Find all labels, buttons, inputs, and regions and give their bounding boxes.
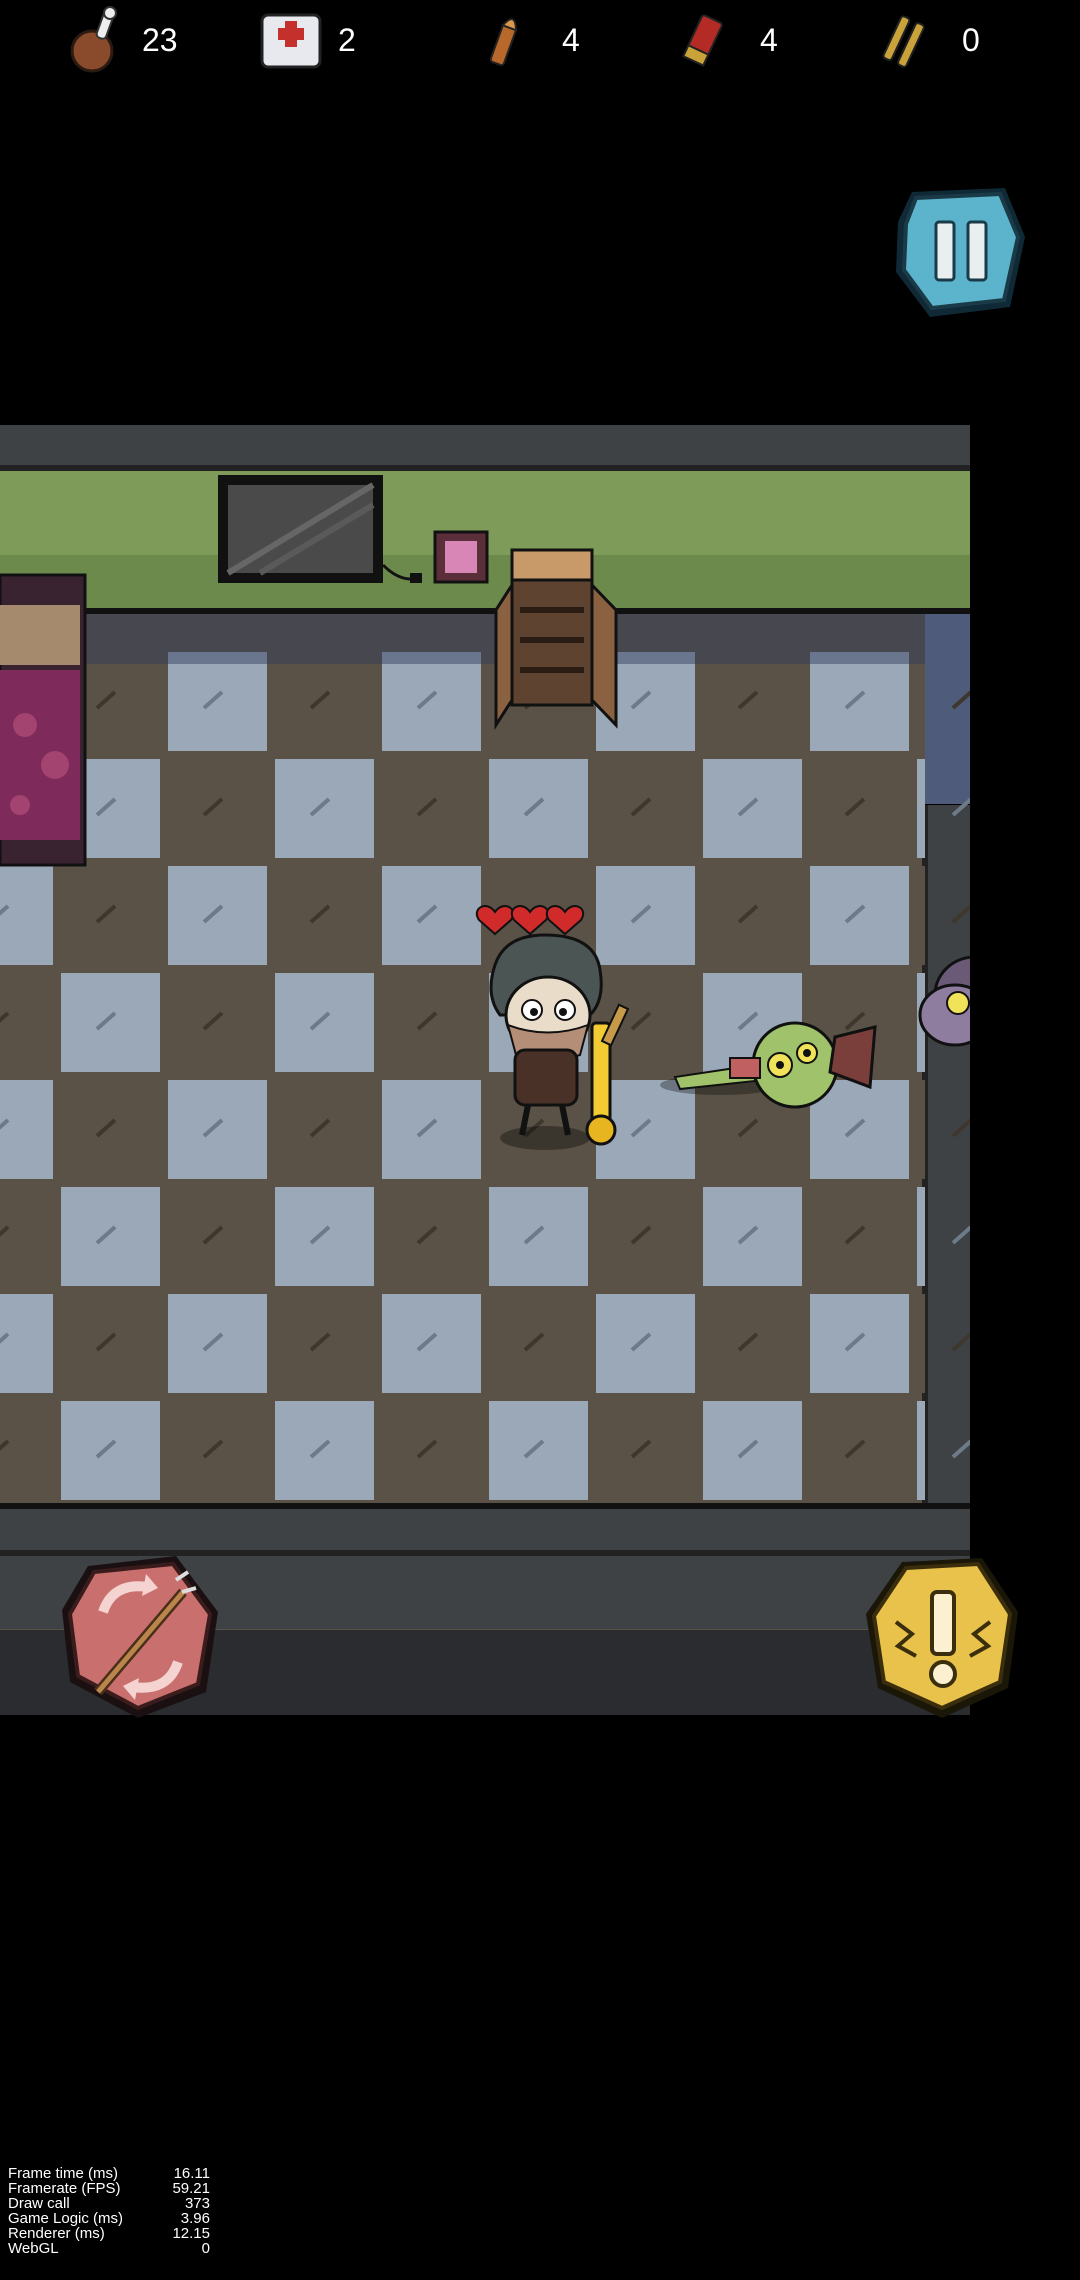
stat-row: Frame time (ms) 16.11	[8, 2165, 210, 2182]
floor-tile	[0, 866, 53, 965]
floor-tile	[810, 1187, 909, 1286]
shotgun-shells-counter: 4	[668, 4, 778, 76]
floor-tile	[0, 973, 53, 1072]
floor-tile	[703, 866, 802, 965]
floor-tile	[168, 1080, 267, 1179]
floor-tile	[0, 1080, 53, 1179]
pistol-ammo-count: 4	[562, 21, 580, 58]
medkit-icon	[256, 5, 326, 75]
floor-tile	[275, 866, 374, 965]
floor-tile	[61, 1187, 160, 1286]
debug-stats-panel: Frame time (ms) 16.11 Framerate (FPS) 59.2…	[8, 2166, 210, 2256]
pistol-ammo-counter: 4	[470, 4, 580, 76]
floor-tile	[596, 759, 695, 858]
floor-tile	[168, 973, 267, 1072]
attack-button[interactable]	[862, 1552, 1022, 1722]
rifle-ammo-counter: 0	[870, 4, 980, 76]
floor-tile	[61, 973, 160, 1072]
resource-hud: 23 2 4 4 0	[0, 0, 1080, 80]
floor-tile	[489, 1294, 588, 1393]
swap-weapon-button[interactable]	[58, 1552, 223, 1722]
stat-row: Draw call 373	[8, 2195, 210, 2212]
food-counter: 23	[60, 4, 178, 76]
floor-tile	[61, 1401, 160, 1500]
floor-tile	[275, 1401, 374, 1500]
floor-tile	[168, 652, 267, 751]
floor-tile	[275, 1080, 374, 1179]
floor-tile	[61, 1294, 160, 1393]
floor-tile	[61, 1080, 160, 1179]
exclamation-icon	[866, 1558, 1018, 1718]
medkit-counter: 2	[256, 4, 356, 76]
floor-tile	[596, 866, 695, 965]
floor-tile	[168, 1187, 267, 1286]
floor-tile	[703, 1187, 802, 1286]
shotgun-shells-count: 4	[760, 21, 778, 58]
game-room	[0, 425, 1038, 1715]
floor-tile	[382, 973, 481, 1072]
picture-frame	[433, 530, 489, 584]
floor-tile	[382, 1187, 481, 1286]
floor-tile	[275, 973, 374, 1072]
floor-tile	[703, 1401, 802, 1500]
floor-tile	[168, 759, 267, 858]
floor-tile	[489, 759, 588, 858]
floor-tile	[275, 759, 374, 858]
shotgun-shell-icon	[668, 5, 738, 75]
floor-tile	[810, 1401, 909, 1500]
floor-tile	[596, 1401, 695, 1500]
rifle-bullets-icon	[870, 5, 940, 75]
floor-tile	[810, 866, 909, 965]
stat-row: WebGL 0	[8, 2240, 210, 2257]
floor-tile	[810, 652, 909, 751]
floor-tile	[275, 652, 374, 751]
floor-tile	[0, 1294, 53, 1393]
food-count: 23	[142, 21, 178, 58]
pause-icon	[896, 188, 1025, 317]
floor-tile	[382, 1294, 481, 1393]
bed	[0, 573, 87, 867]
pause-button[interactable]	[890, 182, 1030, 322]
swap-weapon-icon	[62, 1556, 218, 1718]
floor-tile	[168, 1294, 267, 1393]
floor-tile	[382, 1401, 481, 1500]
floor-tile	[810, 759, 909, 858]
floor-tile	[917, 1294, 925, 1393]
floor-tile	[0, 1401, 53, 1500]
floor-tile	[703, 652, 802, 751]
rifle-ammo-count: 0	[962, 21, 980, 58]
floor-tile	[382, 759, 481, 858]
stat-row: Framerate (FPS) 59.21	[8, 2180, 210, 2197]
floor-tile	[382, 866, 481, 965]
floor-tile	[917, 1080, 925, 1179]
floor-tile	[275, 1294, 374, 1393]
floor-tile	[0, 1187, 53, 1286]
floor-tile	[168, 866, 267, 965]
floor-tile	[917, 652, 925, 751]
floor-tile	[917, 1187, 925, 1286]
floor-tile	[917, 759, 925, 858]
floor-tile	[596, 1187, 695, 1286]
meat-drumstick-icon	[60, 5, 130, 75]
floor-tile	[168, 1401, 267, 1500]
floor-tile	[703, 759, 802, 858]
floor-tile	[917, 1401, 925, 1500]
floor-tile	[489, 1187, 588, 1286]
floor-tile	[596, 1294, 695, 1393]
floor-tile	[489, 1401, 588, 1500]
bullet-icon	[470, 5, 540, 75]
floor-tile	[61, 866, 160, 965]
floor-tile	[810, 1294, 909, 1393]
floor-tile	[382, 1080, 481, 1179]
floor-tile	[275, 1187, 374, 1286]
floor-tile	[703, 1294, 802, 1393]
stat-row: Game Logic (ms) 3.96	[8, 2210, 210, 2227]
floor-tile	[917, 866, 925, 965]
floor-tile	[382, 652, 481, 751]
medkit-count: 2	[338, 21, 356, 58]
stat-row: Renderer (ms) 12.15	[8, 2225, 210, 2242]
